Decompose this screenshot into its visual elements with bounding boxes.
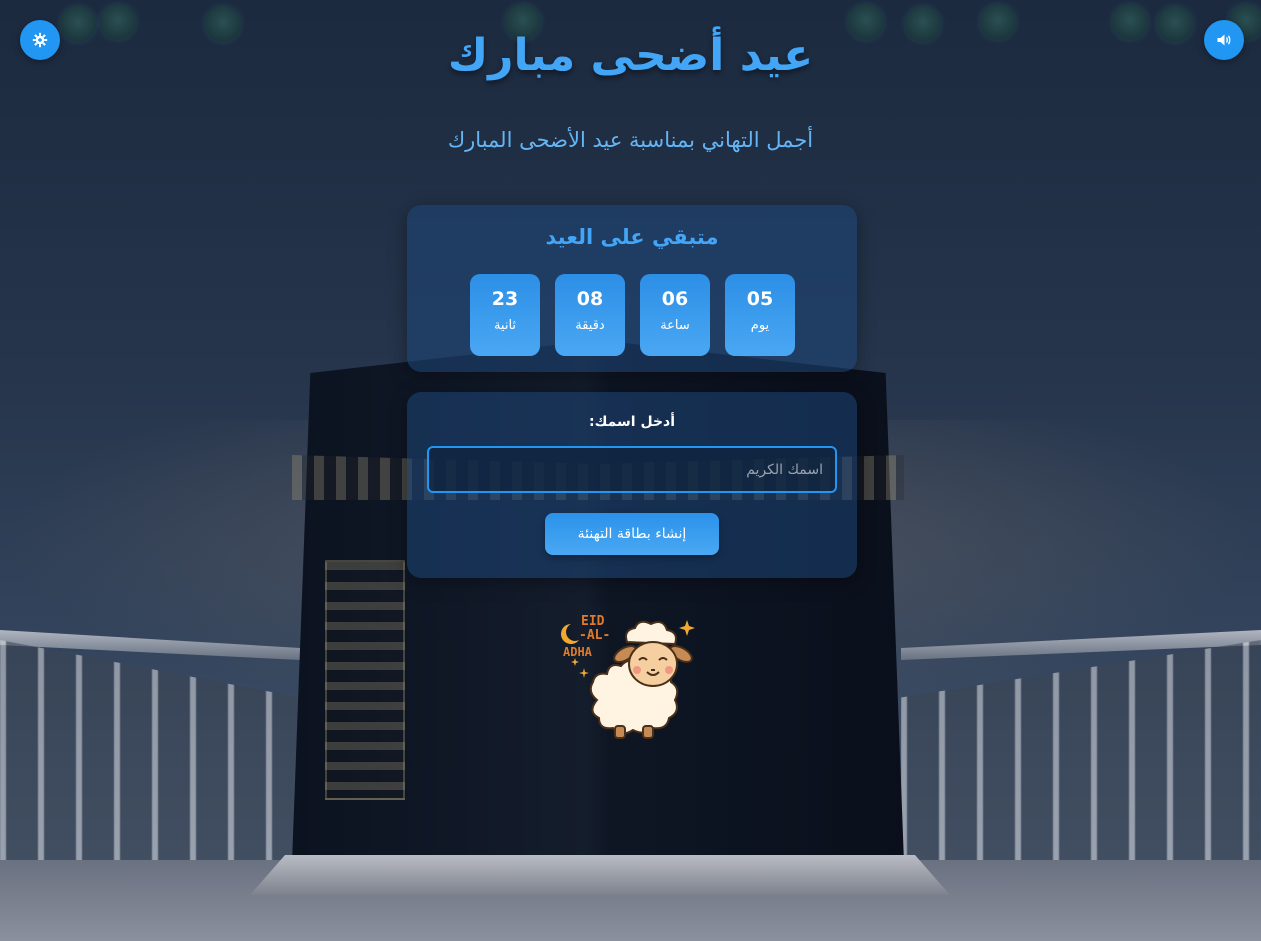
countdown-label: دقيقة — [575, 318, 605, 333]
crescent-icon — [561, 624, 579, 644]
countdown-card: متبقي على العيد 05 يوم 06 ساعة 08 دقيقة … — [407, 205, 857, 372]
star-icon — [679, 620, 695, 636]
eid-sheep-mascot: EID -AL- ADHA — [561, 614, 695, 739]
greeting-form-card: أدخل اسمك: إنشاء بطاقة التهنئة — [407, 392, 857, 578]
countdown-label: يوم — [750, 318, 770, 333]
star-icon — [571, 658, 579, 666]
countdown-value: 08 — [576, 288, 604, 310]
mascot-text: -AL- — [579, 628, 610, 643]
countdown-hours: 06 ساعة — [640, 274, 710, 356]
page-subtitle: أجمل التهاني بمناسبة عيد الأضحى المبارك — [447, 128, 814, 152]
name-input[interactable] — [427, 446, 837, 493]
countdown-value: 06 — [661, 288, 689, 310]
mascot-text: ADHA — [563, 645, 593, 659]
kaaba-door — [325, 560, 405, 800]
countdown-value: 23 — [491, 288, 519, 310]
countdown-value: 05 — [746, 288, 774, 310]
countdown-minutes: 08 دقيقة — [555, 274, 625, 356]
create-card-button[interactable]: إنشاء بطاقة التهنئة — [545, 513, 719, 555]
page-title: عيد أضحى مبارك — [447, 30, 814, 81]
star-icon — [579, 668, 589, 678]
mascot-text: EID — [581, 614, 605, 629]
countdown-title: متبقي على العيد — [545, 225, 719, 249]
name-label: أدخل اسمك: — [588, 414, 676, 430]
countdown-units: 05 يوم 06 ساعة 08 دقيقة 23 ثانية — [470, 274, 795, 356]
countdown-seconds: 23 ثانية — [470, 274, 540, 356]
countdown-label: ثانية — [493, 318, 517, 333]
countdown-label: ساعة — [660, 318, 690, 333]
kaaba-base — [250, 855, 950, 895]
countdown-days: 05 يوم — [725, 274, 795, 356]
